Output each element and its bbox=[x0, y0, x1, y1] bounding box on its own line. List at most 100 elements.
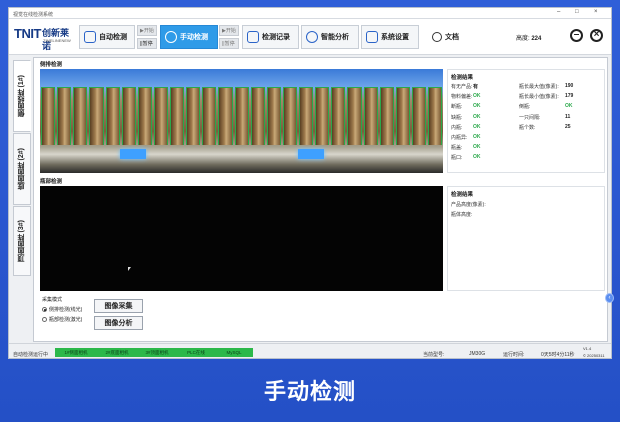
auto-start-button[interactable]: ▶开始 bbox=[137, 25, 157, 36]
manual-start-button[interactable]: ▶开始 bbox=[219, 25, 239, 36]
bottle-image bbox=[234, 87, 249, 145]
side-camera-view bbox=[40, 69, 443, 173]
nav-records[interactable]: 检测记录 bbox=[242, 25, 299, 49]
result-value: OK bbox=[473, 133, 481, 140]
result-key: 内瓶异: bbox=[451, 134, 468, 141]
nav-auto-detect[interactable]: 自动检测 bbox=[79, 25, 135, 49]
records-icon bbox=[247, 31, 259, 43]
status-camera1: 1#侧面相机 bbox=[55, 348, 97, 357]
results1-grid: 有无产品: 有瓶长最大值(像素): 190 物料偏差: OK 瓶长最小值(像素): 179 断… bbox=[451, 83, 605, 165]
result-row: 内瓶异: OK bbox=[451, 134, 605, 144]
brand-logo: TNIT 创新莱诺 TIMELINENEW bbox=[14, 25, 76, 51]
close-window-button[interactable]: × bbox=[594, 9, 598, 15]
auto-detect-controls: ▶开始 ||暂停 bbox=[137, 25, 157, 49]
bottle-image bbox=[170, 87, 185, 145]
mode-option-linear[interactable]: 侧排检测(线光) bbox=[42, 306, 90, 313]
result-key: 物料偏差: bbox=[451, 94, 473, 101]
result-key: 有无产品: bbox=[451, 84, 473, 90]
mode-option-laser[interactable]: 瓶部检测(激光) bbox=[42, 316, 90, 323]
bottle-image bbox=[202, 87, 217, 145]
bottle-image bbox=[315, 87, 330, 145]
result-row: 物料偏差: OK 瓶长最小值(像素): 179 bbox=[451, 93, 605, 103]
bottle-image bbox=[363, 87, 378, 145]
close-app-icon[interactable]: × bbox=[590, 29, 603, 42]
nav-auto-detect-label: 自动检测 bbox=[99, 34, 127, 41]
nav-settings[interactable]: 系统设置 bbox=[361, 25, 419, 49]
analyze-image-button[interactable]: 图像分析 bbox=[94, 316, 143, 330]
bottle-row bbox=[40, 87, 443, 145]
result-value bbox=[565, 134, 595, 144]
bottle-image bbox=[299, 87, 314, 145]
bottle-image bbox=[89, 87, 104, 145]
result-value: OK bbox=[473, 113, 481, 120]
bottle-image bbox=[347, 87, 362, 145]
manual-pause-button[interactable]: ||暂停 bbox=[219, 38, 239, 49]
nav-docs-label: 文档 bbox=[445, 34, 459, 41]
bottle-image bbox=[428, 87, 443, 145]
tab-bottom-area-label: 底面面阵 (2#) bbox=[18, 147, 25, 191]
result-key: 缺瓶: bbox=[451, 114, 463, 121]
result-row: 缺瓶: OK 一只间隔: 11 bbox=[451, 114, 605, 124]
tab-top-area-label: 顶面面阵 (3#) bbox=[18, 219, 25, 263]
toolbar: TNIT 创新莱诺 TIMELINENEW 自动检测 ▶开始 ||暂停 手动检测… bbox=[9, 19, 611, 55]
minimize-app-icon[interactable]: – bbox=[570, 29, 583, 42]
height-value: 224 bbox=[531, 36, 542, 42]
tab-bottom-area[interactable]: 底面面阵 (2#) bbox=[13, 133, 31, 205]
result-key: 瓶长最小值(像素): bbox=[519, 94, 559, 101]
mode-option-linear-label: 侧排检测(线光) bbox=[49, 307, 83, 313]
result-value: OK bbox=[473, 123, 481, 130]
model-value: JM30G bbox=[469, 351, 486, 357]
title-bar: 视觉在线检测系统 – □ × bbox=[9, 8, 611, 19]
result-key: 一只间隔: bbox=[519, 114, 541, 121]
result-value: 有 bbox=[473, 84, 479, 90]
result-key: 瓶口: bbox=[451, 155, 463, 162]
version-text: V1.4 bbox=[583, 346, 592, 351]
results-panel-2: 检测结果 产品高度(像素): 瓶体高度: bbox=[447, 186, 605, 291]
nav-analysis[interactable]: 智能分析 bbox=[301, 25, 359, 49]
result-value: OK bbox=[473, 144, 481, 151]
result-value: OK bbox=[565, 103, 573, 110]
result-value: 190 bbox=[565, 83, 574, 89]
run-status: 自动检测运行中 bbox=[13, 352, 49, 358]
results1-title: 检测结果 bbox=[451, 75, 474, 81]
highlight-marker bbox=[298, 149, 324, 159]
camera-tabs: 侧面线阵 (1#) 底面面阵 (2#) 顶面面阵 (3#) bbox=[11, 57, 33, 342]
results2-title: 检测结果 bbox=[451, 192, 474, 198]
mode-option-laser-label: 瓶部检测(激光) bbox=[49, 317, 83, 323]
nav-analysis-label: 智能分析 bbox=[321, 34, 349, 41]
nav-records-label: 检测记录 bbox=[262, 34, 290, 41]
result-value: 179 bbox=[565, 93, 574, 100]
capture-mode-group: 采集模式 侧排检测(线光) 瓶部检测(激光) bbox=[42, 296, 90, 330]
result-key: 瓶个数: bbox=[519, 124, 536, 131]
result-value: OK bbox=[473, 154, 481, 161]
panel1-title: 侧排检测 bbox=[40, 62, 63, 68]
tab-top-area[interactable]: 顶面面阵 (3#) bbox=[13, 206, 31, 276]
tab-side-linear[interactable]: 侧面线阵 (1#) bbox=[13, 60, 31, 132]
bottle-image bbox=[411, 87, 426, 145]
result-value: 25 bbox=[565, 123, 571, 130]
auto-pause-button[interactable]: ||暂停 bbox=[137, 38, 157, 49]
nav-docs[interactable]: 文档 bbox=[427, 25, 467, 49]
minimize-button[interactable]: – bbox=[557, 9, 560, 15]
result-value bbox=[565, 144, 595, 154]
logo-mark: TNIT bbox=[14, 26, 41, 41]
build-text: © 20250311 bbox=[583, 353, 605, 358]
nav-manual-detect[interactable]: 手动检测 bbox=[160, 25, 218, 49]
bottle-image bbox=[153, 87, 168, 145]
expand-handle-icon[interactable]: ‹ bbox=[605, 293, 614, 303]
capture-mode-title: 采集模式 bbox=[42, 297, 63, 303]
result-value bbox=[565, 154, 595, 164]
bottle-image bbox=[218, 87, 233, 145]
maximize-button[interactable]: □ bbox=[575, 9, 579, 15]
bottle-image bbox=[57, 87, 72, 145]
settings-icon bbox=[366, 31, 378, 43]
bottle-image bbox=[266, 87, 281, 145]
bottle-image bbox=[282, 87, 297, 145]
top-camera-view bbox=[40, 186, 443, 291]
body-height-label: 瓶体高度: bbox=[451, 212, 473, 218]
capture-image-button[interactable]: 图像采集 bbox=[94, 299, 143, 313]
manual-detect-controls: ▶开始 ||暂停 bbox=[219, 25, 239, 49]
result-value: OK bbox=[473, 103, 481, 110]
runtime-value: 0天5时4分11秒 bbox=[541, 352, 575, 358]
bottle-image bbox=[250, 87, 265, 145]
